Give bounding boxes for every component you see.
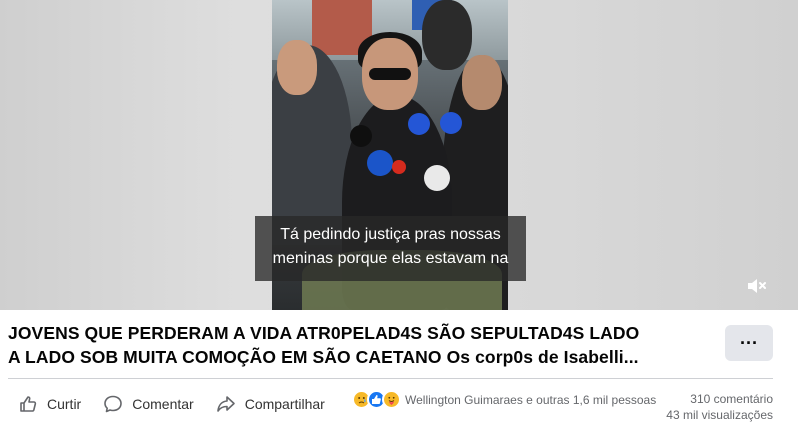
more-options-button[interactable]: ··· xyxy=(725,325,773,361)
like-button[interactable]: Curtir xyxy=(18,394,81,414)
subtitle-line: Tá pedindo justiça pras nossas xyxy=(280,226,501,243)
video-player[interactable]: Tá pedindo justiça pras nossas meninas p… xyxy=(0,0,798,310)
thumbs-up-icon xyxy=(18,394,38,414)
video-subtitle: Tá pedindo justiça pras nossas meninas p… xyxy=(255,216,526,281)
share-label: Compartilhar xyxy=(244,396,325,412)
comment-count[interactable]: 310 comentário xyxy=(666,391,773,407)
comment-label: Comentar xyxy=(132,396,194,412)
action-bar: Curtir Comentar Compartilhar xyxy=(18,392,347,416)
scene-person-head xyxy=(462,55,502,110)
comment-bubble-icon xyxy=(103,394,123,414)
reactions-summary[interactable]: Wellington Guimaraes e outras 1,6 mil pe… xyxy=(352,390,656,409)
speaker-muted-icon[interactable] xyxy=(744,274,770,298)
microphone xyxy=(408,113,430,135)
post-title-line: JOVENS QUE PERDERAM A VIDA ATR0PELAD4S S… xyxy=(8,323,640,343)
subtitle-line: meninas porque elas estavam na xyxy=(272,250,509,267)
like-label: Curtir xyxy=(47,396,82,412)
microphone xyxy=(350,125,372,147)
reaction-names: Wellington Guimaraes e outras 1,6 mil pe… xyxy=(405,392,657,407)
scene-sunglasses xyxy=(369,68,411,80)
more-options-label: ··· xyxy=(740,332,758,353)
post-stats: 310 comentário 43 mil visualizações xyxy=(666,391,773,423)
post-title-line: A LADO SOB MUITA COMOÇÃO EM SÃO CAETANO … xyxy=(8,347,639,367)
divider xyxy=(8,378,773,379)
share-arrow-icon xyxy=(216,394,236,414)
comment-button[interactable]: Comentar xyxy=(103,394,194,414)
care-reaction-icon xyxy=(382,390,401,409)
view-count: 43 mil visualizações xyxy=(666,408,773,422)
microphone xyxy=(367,150,393,176)
microphone xyxy=(392,160,406,174)
scene-person-head xyxy=(277,40,317,95)
microphone xyxy=(440,112,462,134)
scene-person xyxy=(422,0,472,70)
microphone xyxy=(424,165,450,191)
share-button[interactable]: Compartilhar xyxy=(216,394,325,414)
post-title[interactable]: JOVENS QUE PERDERAM A VIDA ATR0PELAD4S S… xyxy=(8,321,708,369)
